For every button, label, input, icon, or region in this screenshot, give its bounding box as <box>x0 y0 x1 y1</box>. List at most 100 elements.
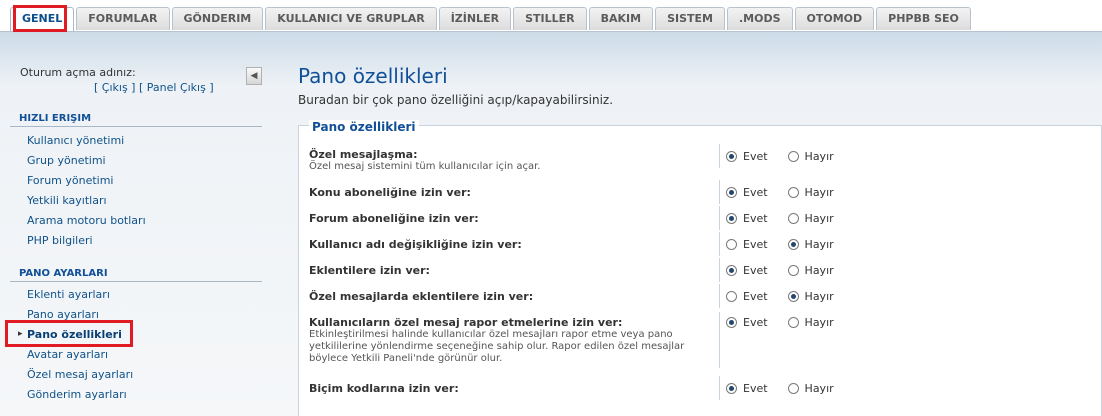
radio-yes[interactable] <box>726 382 737 394</box>
radio-no[interactable] <box>787 290 799 302</box>
page-title: Pano özellikleri <box>298 64 448 88</box>
sidebar-item-forum-management[interactable]: Forum yönetimi <box>27 174 114 187</box>
radio-no[interactable] <box>787 150 799 162</box>
radio-yes-label: Evet <box>743 316 768 329</box>
radio-yes-option[interactable]: Evet <box>726 150 768 163</box>
tab-sistem[interactable]: SISTEM <box>655 7 725 30</box>
radio-no[interactable] <box>787 238 799 250</box>
radio-yes[interactable] <box>726 290 737 302</box>
setting-label: Kullanıcı adı değişikliğine izin ver: <box>309 238 522 251</box>
radio-no-label: Hayır <box>804 211 834 225</box>
radio-yes-option[interactable]: Evet <box>726 316 768 329</box>
radio-no-option[interactable]: Hayır <box>787 185 834 199</box>
radio-no[interactable] <box>787 186 799 198</box>
radio-yes-label: Evet <box>743 149 768 163</box>
radio-yes[interactable] <box>726 212 737 224</box>
radio-no-label: Hayır <box>804 263 834 277</box>
fieldset-legend: Pano özellikleri <box>309 120 419 134</box>
sidebar-item-user-management[interactable]: Kullanıcı yönetimi <box>27 134 124 147</box>
radio-yes-option[interactable]: Evet <box>726 290 768 303</box>
content-area: Pano özellikleri Buradan bir çok pano öz… <box>298 31 1102 416</box>
radio-group: Evet Hayır <box>719 312 854 368</box>
radio-yes[interactable] <box>726 186 737 198</box>
radio-yes-label: Evet <box>743 185 768 199</box>
setting-row-private-messaging: Özel mesajlaşma: Özel mesaj sistemini tü… <box>309 144 1089 173</box>
radio-no-label: Hayır <box>804 237 834 251</box>
sidebar: Oturum açma adınız: [ Çıkış ] [ Panel Çı… <box>10 31 262 416</box>
sidebar-item-search-bots[interactable]: Arama motoru botları <box>27 214 146 227</box>
radio-no-label: Hayır <box>804 185 834 199</box>
radio-group: Evet Hayır <box>719 284 854 308</box>
setting-row-pm-report: Kullanıcıların özel mesaj rapor etmeleri… <box>309 312 1089 368</box>
radio-yes[interactable] <box>726 150 737 162</box>
setting-row-forum-subscription: Forum aboneliğine izin ver: Evet Hayır <box>309 206 1089 230</box>
tab-forumlar[interactable]: FORUMLAR <box>76 7 170 30</box>
radio-yes-option[interactable]: Evet <box>726 382 768 395</box>
radio-yes-option[interactable]: Evet <box>726 238 768 251</box>
tab-bakim[interactable]: BAKIM <box>588 7 654 30</box>
tab-list: GENEL FORUMLAR GÖNDERIM KULLANICI VE GRU… <box>10 7 973 31</box>
radio-group: Evet Hayır <box>719 258 854 282</box>
highlight-genel-tab <box>13 5 67 32</box>
radio-no[interactable] <box>787 264 799 276</box>
radio-no[interactable] <box>787 212 799 224</box>
board-settings-header: PANO AYARLARI <box>10 268 262 282</box>
radio-no[interactable] <box>787 382 799 394</box>
radio-yes-option[interactable]: Evet <box>726 186 768 199</box>
sidebar-item-moderator-logs[interactable]: Yetkili kayıtları <box>27 194 107 207</box>
radio-yes-option[interactable]: Evet <box>726 212 768 225</box>
sidebar-item-post-settings[interactable]: Gönderim ayarları <box>27 388 127 401</box>
setting-row-username-change: Kullanıcı adı değişikliğine izin ver: Ev… <box>309 232 1089 256</box>
radio-no-label: Hayır <box>804 381 834 395</box>
radio-yes-label: Evet <box>743 263 768 277</box>
logout-link[interactable]: [ Çıkış ] <box>94 81 135 94</box>
radio-no-option[interactable]: Hayır <box>787 316 834 329</box>
radio-yes[interactable] <box>726 264 737 276</box>
login-links: [ Çıkış ] [ Panel Çıkış ] <box>94 81 214 94</box>
radio-group: Evet Hayır <box>719 376 854 400</box>
tab-izinler[interactable]: İZİNLER <box>438 7 512 30</box>
setting-row-pm-attachments: Özel mesajlarda eklentilere izin ver: Ev… <box>309 284 1089 308</box>
highlight-board-features-item <box>5 320 133 347</box>
setting-row-bbcode: Biçim kodlarına izin ver: Evet Hayır <box>309 376 1089 400</box>
tab-otomod[interactable]: OTOMOD <box>794 7 875 30</box>
radio-group: Evet Hayır <box>719 232 854 256</box>
radio-group: Evet Hayır <box>719 180 854 204</box>
radio-no-option[interactable]: Hayır <box>787 381 834 395</box>
sidebar-item-pm-settings[interactable]: Özel mesaj ayarları <box>27 368 133 381</box>
radio-no-option[interactable]: Hayır <box>787 290 834 303</box>
page-description: Buradan bir çok pano özelliğini açıp/kap… <box>298 93 614 107</box>
radio-no-option[interactable]: Hayır <box>787 149 834 163</box>
sidebar-item-avatar-settings[interactable]: Avatar ayarları <box>27 348 108 361</box>
radio-group: Evet Hayır <box>719 206 854 230</box>
setting-label: Konu aboneliğine izin ver: <box>309 186 471 199</box>
setting-row-attachments: Eklentilere izin ver: Evet Hayır <box>309 258 1089 282</box>
setting-label: Forum aboneliğine izin ver: <box>309 212 479 225</box>
radio-no-label: Hayır <box>804 149 834 163</box>
radio-yes-label: Evet <box>743 237 768 251</box>
radio-no[interactable] <box>787 317 799 328</box>
tab-stiller[interactable]: STILLER <box>513 7 587 30</box>
tab-gonderim[interactable]: GÖNDERIM <box>171 7 264 30</box>
setting-label: Eklentilere izin ver: <box>309 264 430 277</box>
radio-yes-label: Evet <box>743 381 768 395</box>
features-fieldset: Pano özellikleri Özel mesajlaşma: Özel m… <box>298 120 1102 416</box>
panel-logout-link[interactable]: [ Panel Çıkış ] <box>139 81 214 94</box>
setting-label: Özel mesajlarda eklentilere izin ver: <box>309 290 534 303</box>
tab-mods[interactable]: .MODS <box>726 7 793 30</box>
radio-no-option[interactable]: Hayır <box>787 263 834 277</box>
tab-phpbb-seo[interactable]: PHPBB SEO <box>876 7 971 30</box>
sidebar-item-php-info[interactable]: PHP bilgileri <box>27 234 93 247</box>
radio-no-option[interactable]: Hayır <box>787 237 834 251</box>
radio-yes[interactable] <box>726 317 737 328</box>
setting-label: Biçim kodlarına izin ver: <box>309 382 459 395</box>
sidebar-item-attachment-settings[interactable]: Eklenti ayarları <box>27 288 110 301</box>
collapse-sidebar-icon[interactable]: ◀ <box>246 67 262 85</box>
sidebar-item-group-management[interactable]: Grup yönetimi <box>27 154 106 167</box>
setting-description: Özel mesaj sistemini tüm kullanıcılar iç… <box>309 161 541 172</box>
radio-yes-label: Evet <box>743 289 768 303</box>
tab-kullanici-ve-gruplar[interactable]: KULLANICI VE GRUPLAR <box>265 7 437 30</box>
radio-no-option[interactable]: Hayır <box>787 211 834 225</box>
radio-yes[interactable] <box>726 238 737 250</box>
radio-yes-option[interactable]: Evet <box>726 264 768 277</box>
